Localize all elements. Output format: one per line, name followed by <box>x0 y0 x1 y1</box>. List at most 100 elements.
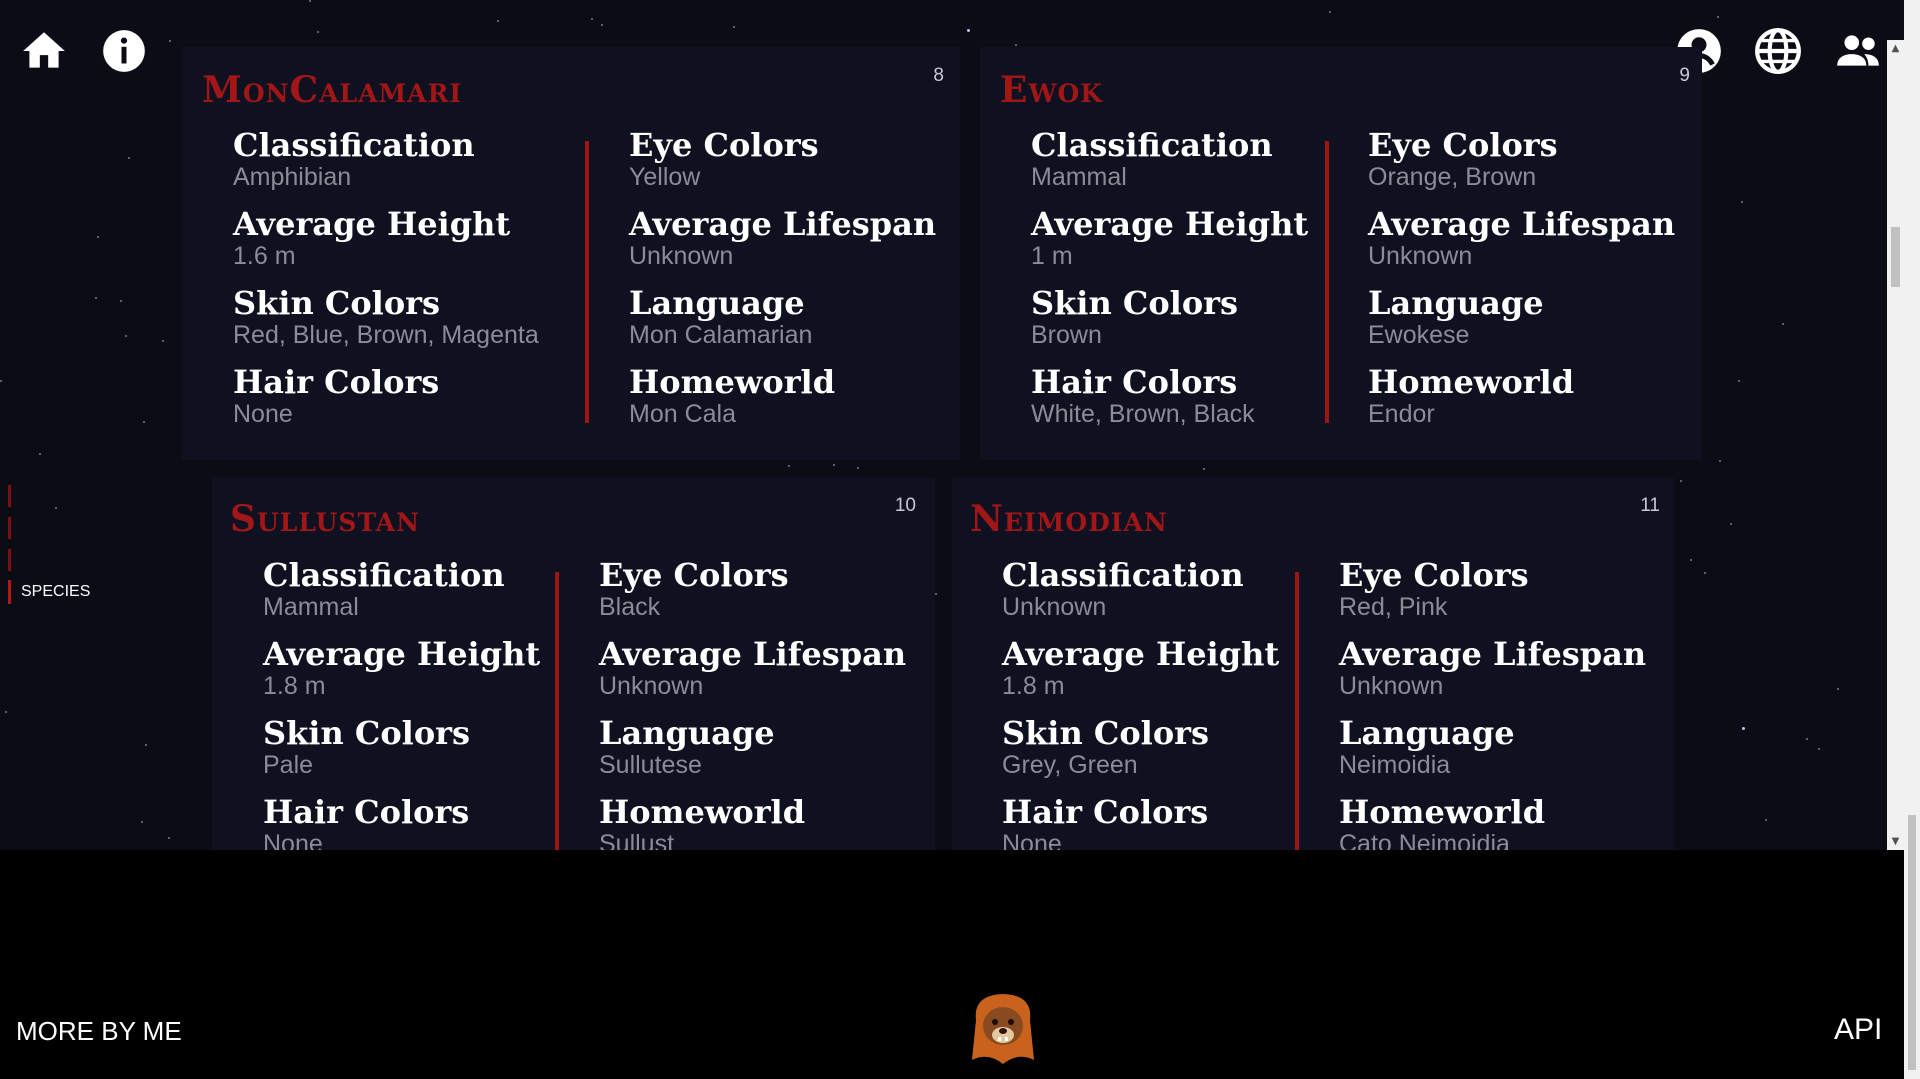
globe-icon <box>1755 28 1801 74</box>
star <box>935 593 937 595</box>
page-scrollbar[interactable] <box>1904 0 1920 1079</box>
field-label: Average Height <box>1031 205 1309 243</box>
field-label: Classification <box>233 126 475 164</box>
api-link[interactable]: API <box>1834 1013 1882 1047</box>
field-label: Skin Colors <box>233 284 441 322</box>
scroll-up-button[interactable]: ▲ <box>1887 40 1904 57</box>
star <box>143 421 145 423</box>
species-field: Language Mon Calamarian <box>629 285 936 364</box>
star <box>1818 748 1820 750</box>
star <box>55 507 57 509</box>
species-card-ewok: Ewok 9 Classification Mammal Average Heigh… <box>980 47 1702 460</box>
globe-button[interactable] <box>1753 26 1803 76</box>
page-scrollbar-thumb[interactable] <box>1908 815 1916 1070</box>
field-label: Average Lifespan <box>1339 635 1647 673</box>
species-card-sullustan: Sullustan 10 Classification Mammal Average… <box>212 478 935 858</box>
species-field: Language Neimoidia <box>1339 715 1646 794</box>
species-field: Average Height 1.8 m <box>263 636 540 715</box>
card-title: Neimodian <box>970 498 1168 540</box>
species-field: Hair Colors None <box>233 364 539 443</box>
star <box>97 236 99 238</box>
people-button[interactable] <box>1833 26 1883 76</box>
field-label: Classification <box>263 556 505 594</box>
star <box>1719 460 1721 462</box>
field-label: Hair Colors <box>1002 793 1209 831</box>
field-value: Unknown <box>1002 593 1107 621</box>
star <box>1806 738 1808 740</box>
star <box>497 20 499 22</box>
star <box>733 26 735 28</box>
field-label: Eye Colors <box>1368 126 1558 164</box>
field-label: Eye Colors <box>629 126 819 164</box>
field-value: Endor <box>1368 400 1435 428</box>
card-right-column: Eye Colors Orange, Brown Average Lifespan U… <box>1368 127 1675 443</box>
column-divider <box>555 572 559 850</box>
group-icon <box>1837 35 1879 66</box>
star <box>309 0 311 2</box>
species-field: Eye Colors Black <box>599 557 906 636</box>
star <box>601 24 603 26</box>
field-label: Average Lifespan <box>1368 205 1676 243</box>
field-value: Red, Blue, Brown, Magenta <box>233 321 539 349</box>
field-label: Average Height <box>1002 635 1280 673</box>
card-number: 8 <box>933 65 944 86</box>
home-icon <box>23 32 65 68</box>
field-value: Amphibian <box>233 163 352 191</box>
home-button[interactable] <box>19 26 69 76</box>
star <box>168 837 170 839</box>
card-left-column: Classification Mammal Average Height 1.8 mS… <box>263 557 540 873</box>
field-value: Unknown <box>1339 672 1444 700</box>
species-field: Average Lifespan Unknown <box>629 206 936 285</box>
active-indicator <box>8 580 11 604</box>
sidenav-marker[interactable] <box>8 485 11 507</box>
field-label: Hair Colors <box>263 793 470 831</box>
star <box>857 467 859 469</box>
star <box>39 453 41 455</box>
card-title: MonCalamari <box>202 69 463 111</box>
field-value: 1 m <box>1031 242 1073 270</box>
sidenav-item-species[interactable]: SPECIES <box>8 580 90 604</box>
ewok-mascot-icon[interactable] <box>968 990 1038 1065</box>
sidenav-marker[interactable] <box>8 549 11 571</box>
field-value: Black <box>599 593 661 621</box>
field-value: Pale <box>263 751 314 779</box>
field-value: Orange, Brown <box>1368 163 1537 191</box>
field-label: Hair Colors <box>233 363 440 401</box>
species-field: Language Ewokese <box>1368 285 1675 364</box>
field-label: Skin Colors <box>1002 714 1210 752</box>
field-label: Homeworld <box>1368 363 1575 401</box>
star <box>141 821 143 823</box>
column-divider <box>585 141 589 423</box>
field-label: Average Lifespan <box>599 635 907 673</box>
star <box>1717 16 1719 18</box>
sidenav-marker[interactable] <box>8 517 11 539</box>
scroll-down-button[interactable]: ▼ <box>1887 833 1904 850</box>
species-field: Homeworld Endor <box>1368 364 1675 443</box>
field-label: Average Height <box>233 205 511 243</box>
field-label: Homeworld <box>599 793 806 831</box>
more-by-me-link[interactable]: MORE BY ME <box>16 1016 182 1047</box>
star <box>125 335 127 337</box>
field-value: Unknown <box>599 672 704 700</box>
species-field: Average Height 1.8 m <box>1002 636 1279 715</box>
card-title: Sullustan <box>230 498 420 540</box>
star <box>95 297 97 299</box>
star <box>591 18 593 20</box>
field-value: White, Brown, Black <box>1031 400 1255 428</box>
species-field: Eye Colors Orange, Brown <box>1368 127 1675 206</box>
field-value: Red, Pink <box>1339 593 1448 621</box>
species-field: Hair Colors White, Brown, Black <box>1031 364 1308 443</box>
star <box>1704 572 1706 574</box>
field-label: Skin Colors <box>1031 284 1239 322</box>
field-label: Language <box>1339 714 1515 752</box>
card-right-column: Eye Colors Black Average Lifespan Unknown La… <box>599 557 906 873</box>
species-field: Average Lifespan Unknown <box>599 636 906 715</box>
card-right-column: Eye Colors Red, Pink Average Lifespan Unkno… <box>1339 557 1646 873</box>
content-scrollbar[interactable]: ▲ ▼ <box>1887 40 1904 850</box>
scrollbar-thumb[interactable] <box>1891 227 1900 287</box>
sidenav-label: SPECIES <box>21 583 91 600</box>
info-icon <box>103 30 145 72</box>
star <box>1690 559 1692 561</box>
info-button[interactable] <box>99 26 149 76</box>
species-field: Classification Mammal <box>1031 127 1308 206</box>
